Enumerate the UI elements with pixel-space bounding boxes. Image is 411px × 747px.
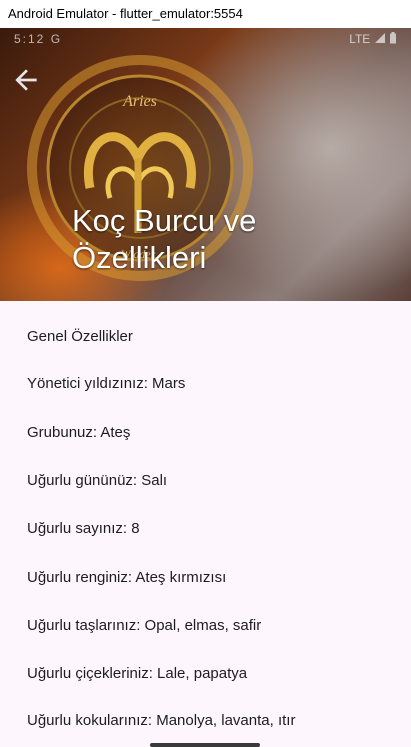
status-bar: 5:12 G LTE (0, 28, 411, 52)
page-title: Koç Burcu ve Özellikleri (72, 203, 257, 275)
status-time: 5:12 G (14, 32, 63, 46)
list-item-yonetici-yildiz[interactable]: Yönetici yıldızınız: Mars (27, 375, 185, 392)
back-button[interactable] (10, 64, 42, 96)
list-item-ugurlu-gun[interactable]: Uğurlu gününüz: Salı (27, 472, 167, 489)
header-image: Aries Widder 5:12 G LTE Koç Burcu ve Öze… (0, 28, 411, 301)
list-item-ugurlu-sayi[interactable]: Uğurlu sayınız: 8 (27, 520, 140, 537)
battery-icon (390, 32, 396, 44)
features-list: Genel Özellikler Yönetici yıldızınız: Ma… (0, 301, 411, 747)
network-type: LTE (349, 32, 371, 46)
window-title: Android Emulator - flutter_emulator:5554 (0, 0, 411, 28)
list-item-grup[interactable]: Grubunuz: Ateş (27, 424, 130, 441)
list-item-ugurlu-kokular[interactable]: Uğurlu kokularınız: Manolya, lavanta, ıt… (27, 712, 295, 729)
aries-image-label: Aries (122, 93, 157, 110)
list-item-genel-ozellikler[interactable]: Genel Özellikler (27, 328, 133, 345)
gesture-nav-handle[interactable] (150, 743, 260, 747)
list-item-ugurlu-taslar[interactable]: Uğurlu taşlarınız: Opal, elmas, safir (27, 617, 261, 634)
list-item-ugurlu-cicekler[interactable]: Uğurlu çiçekleriniz: Lale, papatya (27, 665, 247, 682)
list-item-ugurlu-renk[interactable]: Uğurlu renginiz: Ateş kırmızısı (27, 569, 226, 586)
signal-icon (374, 33, 385, 43)
status-signal: LTE (349, 32, 397, 46)
arrow-back-icon (15, 69, 37, 91)
